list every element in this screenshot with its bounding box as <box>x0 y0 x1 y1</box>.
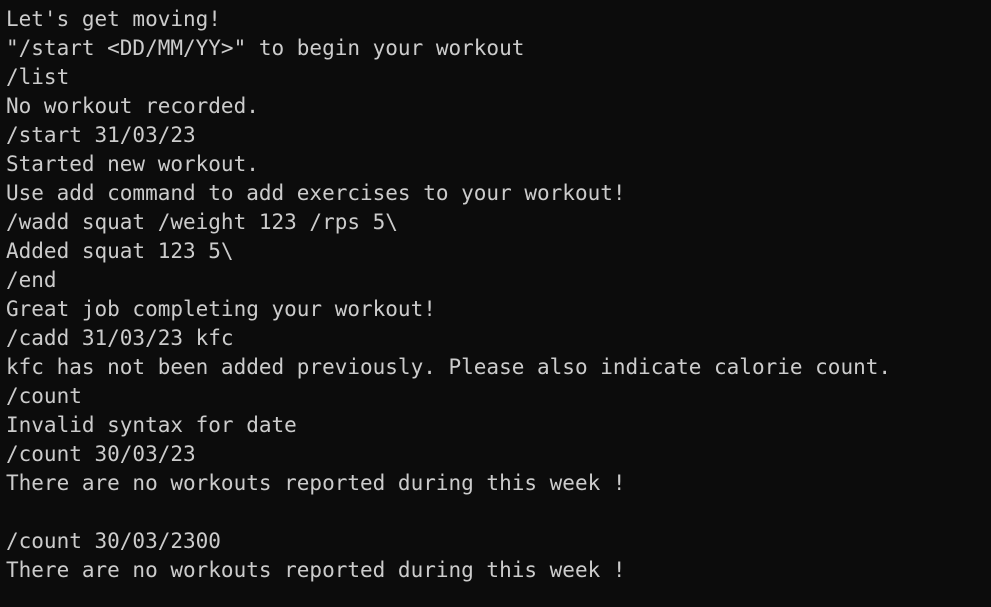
command-line-end: /end <box>6 268 57 292</box>
output-line-welcome: Let's get moving! <box>6 7 221 31</box>
command-line-count: /count <box>6 384 82 408</box>
command-line-count-date: /count 30/03/23 <box>6 442 196 466</box>
output-line-great-job: Great job completing your workout! <box>6 297 436 321</box>
output-line-kfc-not-added: kfc has not been added previously. Pleas… <box>6 355 892 379</box>
output-line-no-workout: No workout recorded. <box>6 94 259 118</box>
output-line-invalid-syntax: Invalid syntax for date <box>6 413 297 437</box>
command-line-count-date-2: /count 30/03/2300 <box>6 529 221 553</box>
output-line-add-hint: Use add command to add exercises to your… <box>6 181 626 205</box>
output-line-no-workouts-week-2: There are no workouts reported during th… <box>6 558 626 582</box>
output-line-no-workouts-week: There are no workouts reported during th… <box>6 471 626 495</box>
output-line-started: Started new workout. <box>6 152 259 176</box>
command-line-start: /start 31/03/23 <box>6 123 196 147</box>
command-line-wadd: /wadd squat /weight 123 /rps 5\ <box>6 210 398 234</box>
output-line-start-hint: "/start <DD/MM/YY>" to begin your workou… <box>6 36 525 60</box>
output-line-added: Added squat 123 5\ <box>6 239 234 263</box>
command-line-cadd: /cadd 31/03/23 kfc <box>6 326 234 350</box>
command-line-list: /list <box>6 65 70 89</box>
terminal-output[interactable]: Let's get moving! "/start <DD/MM/YY>" to… <box>0 0 991 607</box>
